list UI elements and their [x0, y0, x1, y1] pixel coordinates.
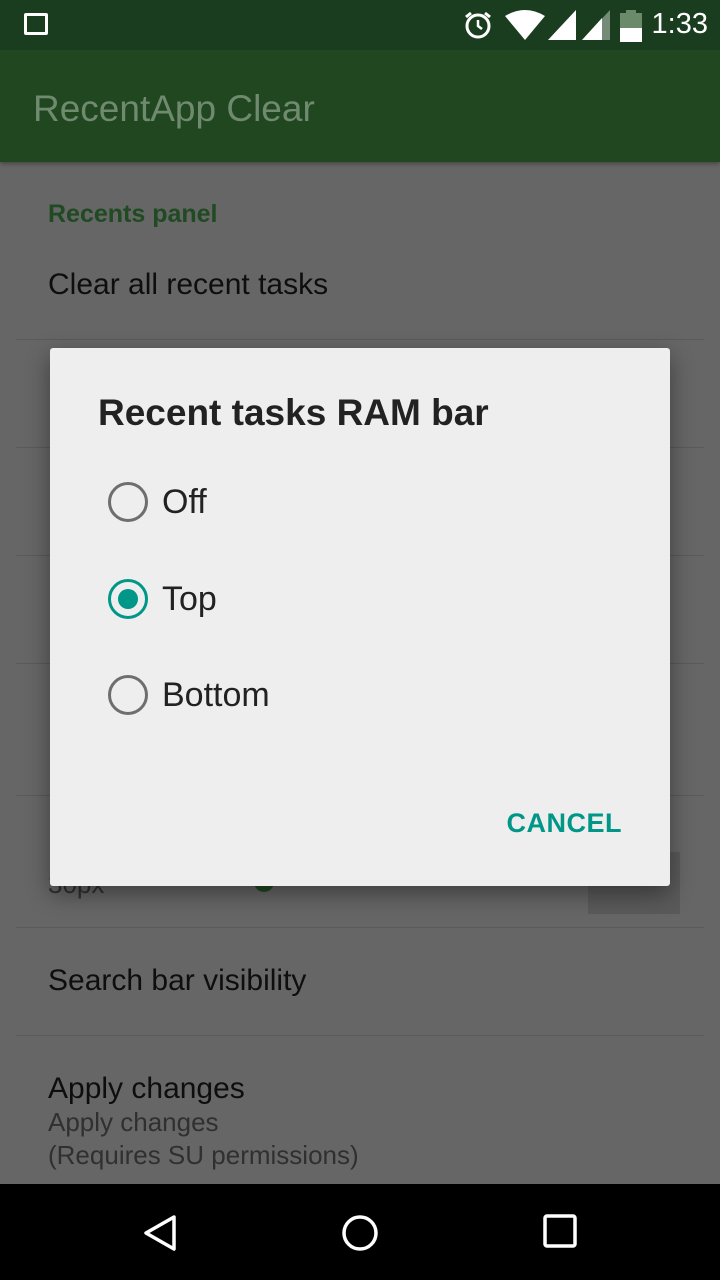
back-icon[interactable]	[142, 1214, 178, 1252]
app-title: RecentApp Clear	[33, 88, 315, 129]
option-top[interactable]: Top	[108, 569, 217, 629]
wifi-icon	[505, 10, 545, 40]
navigation-bar	[0, 1184, 720, 1280]
category-header: Recents panel	[48, 200, 218, 228]
recents-icon[interactable]	[543, 1214, 577, 1248]
option-label: Off	[162, 482, 207, 521]
dialog-title: Recent tasks RAM bar	[98, 392, 489, 433]
ram-bar-dialog: Recent tasks RAM bar Off Top Bottom CANC…	[50, 348, 670, 886]
image-icon	[24, 13, 48, 35]
signal-icon	[582, 10, 610, 40]
radio-unchecked-icon[interactable]	[108, 675, 148, 715]
option-label: Top	[162, 579, 217, 618]
pref-title: Search bar visibility	[48, 964, 307, 997]
status-bar: 1:33	[0, 0, 720, 50]
option-bottom[interactable]: Bottom	[108, 665, 270, 725]
pref-subtitle: (Requires SU permissions)	[48, 1140, 359, 1170]
radio-checked-icon[interactable]	[108, 579, 148, 619]
cancel-button[interactable]: CANCEL	[507, 808, 623, 839]
pref-title: Clear all recent tasks	[48, 268, 329, 301]
signal-icon	[548, 10, 576, 40]
pref-clear-all[interactable]: Clear all recent tasks	[16, 248, 704, 340]
pref-search-bar[interactable]: Search bar visibility	[16, 928, 704, 1036]
home-icon[interactable]	[341, 1214, 379, 1252]
pref-title: Apply changes	[48, 1072, 245, 1105]
battery-icon	[620, 10, 642, 42]
option-label: Bottom	[162, 675, 270, 714]
pref-apply-changes[interactable]: Apply changes Apply changes (Requires SU…	[16, 1036, 704, 1186]
radio-unchecked-icon[interactable]	[108, 482, 148, 522]
pref-subtitle: Apply changes	[48, 1107, 219, 1137]
option-off[interactable]: Off	[108, 472, 207, 532]
clock: 1:33	[651, 8, 708, 40]
app-bar: RecentApp Clear	[0, 50, 720, 162]
alarm-icon	[465, 11, 491, 39]
